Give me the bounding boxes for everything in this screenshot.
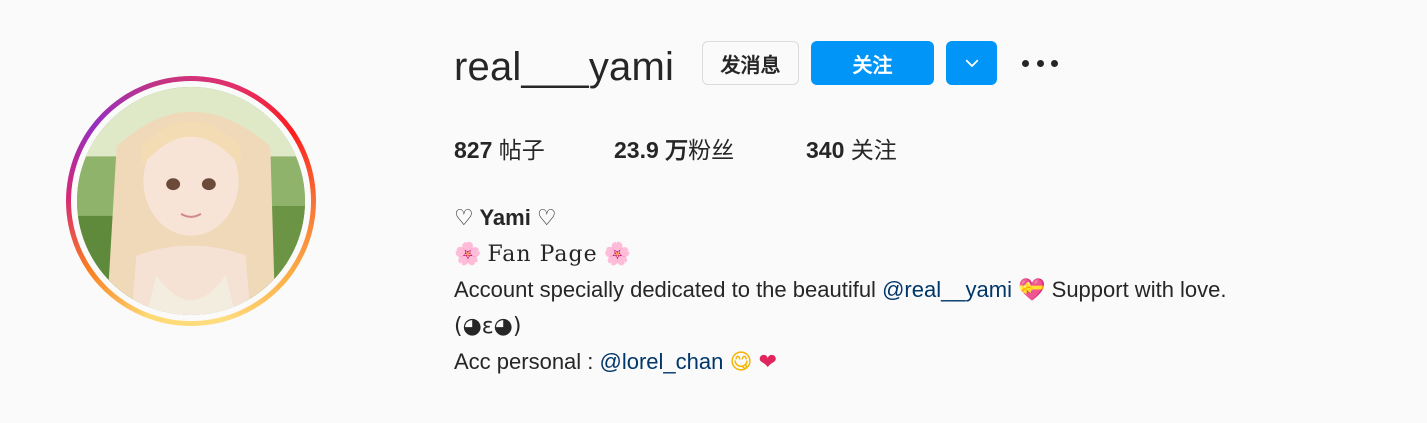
bio-fanpage-text: Fan Page [487, 242, 598, 267]
bio-kaomoji-line: (◕ε◕) [454, 308, 1227, 344]
bio-description-suffix: Support with love. [1045, 277, 1227, 302]
bio-description-line: Account specially dedicated to the beaut… [454, 272, 1227, 308]
cherry-blossom-icon: 🌸 [454, 242, 482, 267]
stat-followers[interactable]: 23.9 万粉丝 [614, 132, 734, 169]
message-button[interactable]: 发消息 [702, 41, 799, 85]
profile-username: real___yami [454, 45, 675, 89]
bio-personal-prefix: Acc personal : [454, 349, 600, 374]
following-label: 关注 [850, 138, 897, 164]
profile-avatar[interactable] [66, 76, 316, 326]
chevron-down-icon [965, 59, 978, 67]
avatar-image [77, 87, 305, 315]
posts-count: 827 [454, 137, 493, 163]
cherry-blossom-icon: 🌸 [603, 242, 632, 267]
followers-label: 粉丝 [688, 138, 735, 164]
bio-personal-line: Acc personal : @lorel_chan 😋 ❤ [454, 344, 1227, 380]
bio-description-prefix: Account specially dedicated to the beaut… [454, 277, 883, 302]
followers-count: 23.9 万 [614, 137, 689, 163]
profile-bio: ♡ Yami ♡ 🌸 Fan Page 🌸 Account specially … [454, 200, 1227, 380]
bio-display-name: ♡ Yami ♡ [454, 205, 557, 230]
stat-following[interactable]: 340 关注 [806, 132, 897, 169]
bio-kaomoji: (◕ε◕) [454, 314, 522, 339]
heart-icon: ❤ [758, 350, 777, 375]
mention-link-real-yami[interactable]: @real__yami [882, 277, 1012, 302]
following-count: 340 [806, 137, 845, 163]
heart-ribbon-icon: 💝 [1018, 278, 1046, 303]
mention-link-lorel-chan[interactable]: @lorel_chan [600, 349, 724, 374]
yum-face-icon: 😋 [729, 350, 753, 375]
follow-button[interactable]: 关注 [811, 41, 934, 85]
more-options-icon[interactable] [1022, 50, 1058, 76]
bio-name-line: ♡ Yami ♡ [454, 200, 1227, 236]
posts-label: 帖子 [498, 138, 545, 164]
follow-options-button[interactable] [946, 41, 997, 85]
stat-posts[interactable]: 827 帖子 [454, 132, 545, 169]
bio-fanpage-line: 🌸 Fan Page 🌸 [454, 236, 1227, 272]
